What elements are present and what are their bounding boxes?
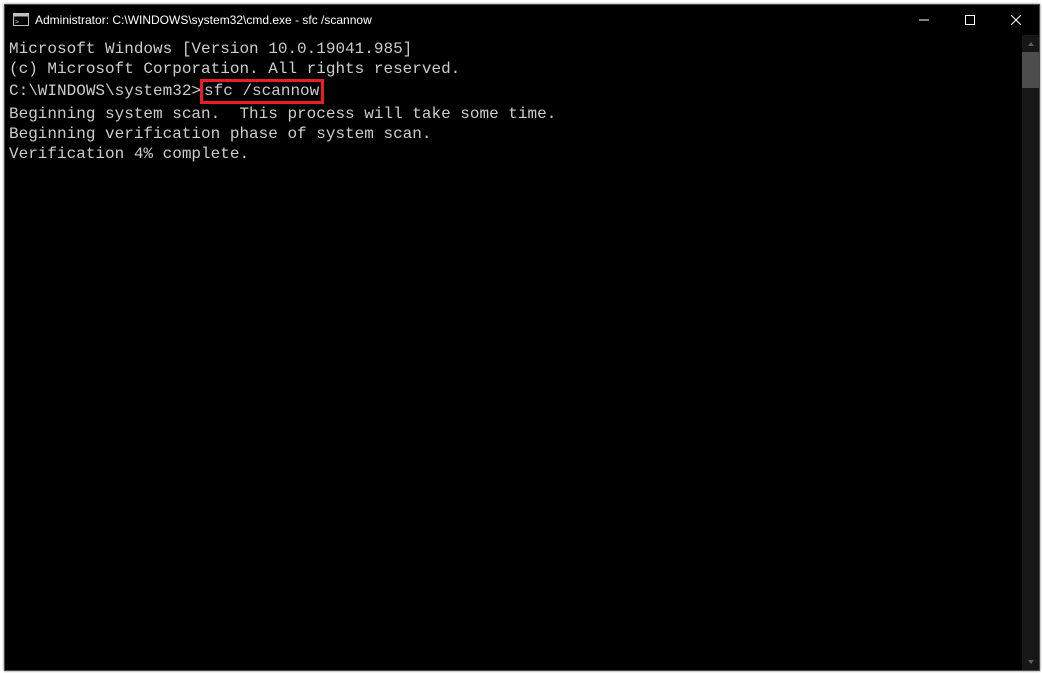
cmd-window: >_ Administrator: C:\WINDOWS\system32\cm… <box>4 4 1040 671</box>
command-highlight: sfc /scannow <box>200 79 324 104</box>
output-line: Microsoft Windows [Version 10.0.19041.98… <box>9 39 1022 59</box>
minimize-button[interactable] <box>901 5 947 35</box>
close-button[interactable] <box>993 5 1039 35</box>
svg-text:>_: >_ <box>15 18 24 26</box>
output-line: Beginning verification phase of system s… <box>9 124 1022 144</box>
output-line: (c) Microsoft Corporation. All rights re… <box>9 59 1022 79</box>
cmd-icon: >_ <box>13 12 29 28</box>
title-bar[interactable]: >_ Administrator: C:\WINDOWS\system32\cm… <box>5 5 1039 35</box>
output-line: Beginning system scan. This process will… <box>9 104 1022 124</box>
scrollbar-track[interactable] <box>1022 52 1039 653</box>
console-output[interactable]: Microsoft Windows [Version 10.0.19041.98… <box>5 35 1022 670</box>
scroll-down-button[interactable] <box>1022 653 1039 670</box>
scrollbar-thumb[interactable] <box>1022 52 1039 88</box>
prompt-line: C:\WINDOWS\system32>sfc /scannow <box>9 79 1022 104</box>
window-title: Administrator: C:\WINDOWS\system32\cmd.e… <box>35 13 372 27</box>
scroll-up-button[interactable] <box>1022 35 1039 52</box>
output-line: Verification 4% complete. <box>9 144 1022 164</box>
prompt-text: C:\WINDOWS\system32> <box>9 82 201 100</box>
command-text: sfc /scannow <box>204 82 319 100</box>
vertical-scrollbar[interactable] <box>1022 35 1039 670</box>
client-area: Microsoft Windows [Version 10.0.19041.98… <box>5 35 1039 670</box>
window-controls <box>901 5 1039 35</box>
maximize-button[interactable] <box>947 5 993 35</box>
